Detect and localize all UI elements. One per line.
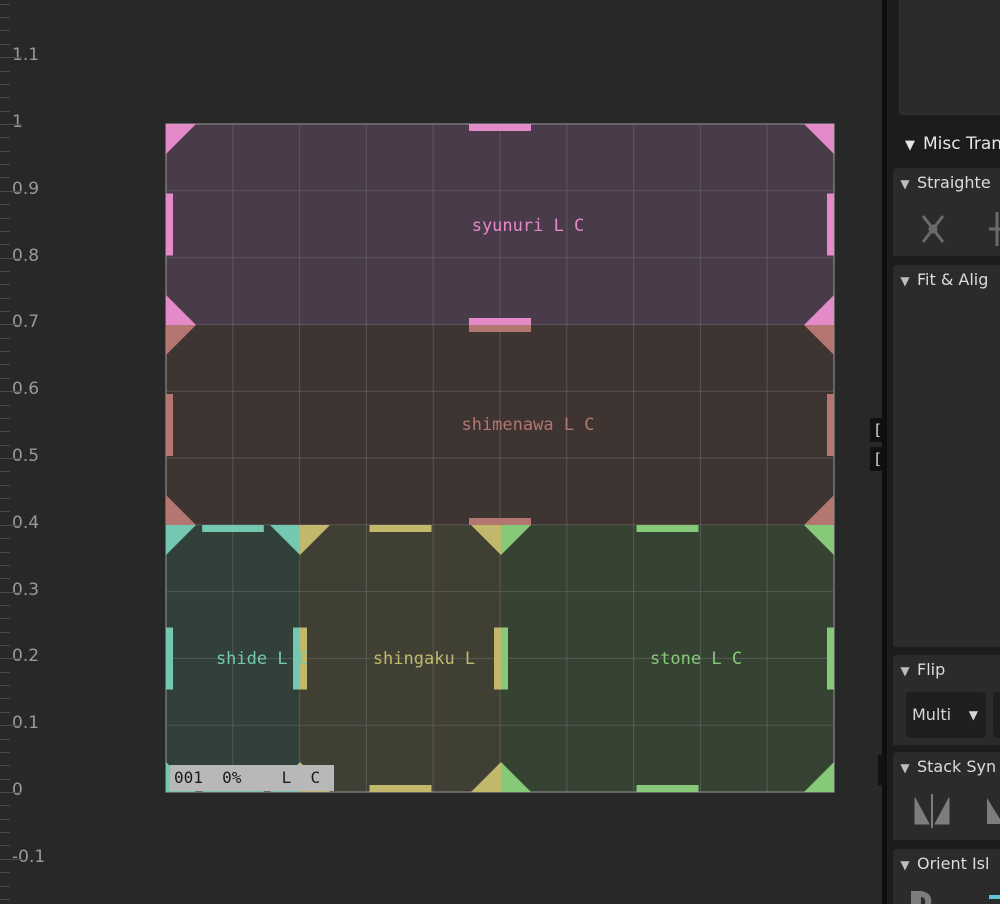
stack-sync-body bbox=[893, 782, 1000, 840]
orient-islands-title: Orient Isl bbox=[917, 854, 990, 873]
misc-transform-header[interactable]: ▼ Misc Tran bbox=[897, 130, 1000, 160]
stone-edge-marker bbox=[636, 785, 699, 792]
uv-island-label: shingaku L bbox=[373, 649, 475, 669]
side-panel: ▼ Misc Tran ▼ Straighte ▼ Fit & Alig ▼ Flip … bbox=[887, 0, 1000, 904]
shide-edge-marker bbox=[202, 525, 264, 532]
shide-edge-marker bbox=[166, 627, 173, 690]
straighten-title: Straighte bbox=[917, 173, 991, 192]
misc-transform-title: Misc Tran bbox=[923, 134, 1000, 154]
orient-tool-icon[interactable] bbox=[911, 891, 932, 904]
shimenawa-edge-marker bbox=[827, 394, 834, 456]
fit-align-title: Fit & Alig bbox=[917, 270, 989, 289]
island-stats-readout: 001 0% bbox=[170, 765, 270, 791]
stack-next-icon[interactable] bbox=[987, 798, 1000, 824]
uv-island-label: shimenawa L C bbox=[461, 415, 594, 435]
panel-top-section bbox=[899, 0, 1000, 115]
splitter-handle[interactable] bbox=[878, 755, 884, 785]
stone-edge-marker bbox=[501, 627, 508, 690]
shingaku-edge-marker bbox=[369, 525, 432, 532]
chevron-down-icon: ▼ bbox=[968, 708, 978, 722]
shimenawa-edge-marker bbox=[166, 394, 173, 456]
fit-align-header[interactable]: ▼ Fit & Alig bbox=[893, 265, 1000, 295]
uv-island-label: stone L C bbox=[650, 649, 742, 669]
chevron-down-icon: ▼ bbox=[900, 761, 910, 775]
uv-island-label: shide L C bbox=[216, 649, 308, 669]
orient-islands-header[interactable]: ▼ Orient Isl bbox=[893, 849, 1000, 879]
chevron-down-icon: ▼ bbox=[900, 664, 910, 678]
shimenawa-edge-marker bbox=[469, 518, 531, 525]
flip-mode-dropdown[interactable]: Multi ▼ bbox=[906, 692, 986, 738]
uv-island-label: syunuri L C bbox=[472, 216, 585, 236]
straighten-tool-icon[interactable] bbox=[921, 215, 945, 243]
stone-edge-marker bbox=[636, 525, 699, 532]
straighten-header[interactable]: ▼ Straighte bbox=[893, 168, 1000, 198]
flip-title: Flip bbox=[917, 660, 946, 679]
straighten-axis-icon[interactable] bbox=[989, 212, 1000, 246]
chevron-down-icon: ▼ bbox=[905, 138, 915, 153]
stack-sync-header[interactable]: ▼ Stack Syn bbox=[893, 752, 1000, 782]
shingaku-edge-marker bbox=[369, 785, 432, 792]
flip-mode-value: Multi bbox=[912, 705, 952, 724]
mirror-stack-icon[interactable] bbox=[914, 794, 950, 828]
stack-sync-title: Stack Syn bbox=[917, 757, 997, 776]
stone-edge-marker bbox=[827, 627, 834, 690]
syunuri-edge-marker bbox=[469, 318, 531, 325]
syunuri-edge-marker bbox=[469, 124, 531, 131]
syunuri-edge-marker bbox=[166, 193, 173, 256]
flip-header[interactable]: ▼ Flip bbox=[893, 655, 1000, 685]
chevron-down-icon: ▼ bbox=[900, 274, 910, 288]
straighten-body bbox=[893, 198, 1000, 256]
orient-active-indicator bbox=[989, 895, 1000, 899]
orient-islands-body bbox=[893, 879, 1000, 904]
shimenawa-edge-marker bbox=[469, 325, 531, 332]
flip-option-button[interactable] bbox=[993, 692, 1000, 738]
island-lc-readout: L C bbox=[268, 765, 334, 791]
shingaku-edge-marker bbox=[494, 627, 501, 690]
syunuri-edge-marker bbox=[827, 193, 834, 256]
uv-canvas[interactable]: syunuri L C shimenawa L C shide L C shingak… bbox=[0, 0, 882, 904]
chevron-down-icon: ▼ bbox=[900, 858, 910, 872]
chevron-down-icon: ▼ bbox=[900, 177, 910, 191]
fit-align-body bbox=[893, 295, 1000, 647]
